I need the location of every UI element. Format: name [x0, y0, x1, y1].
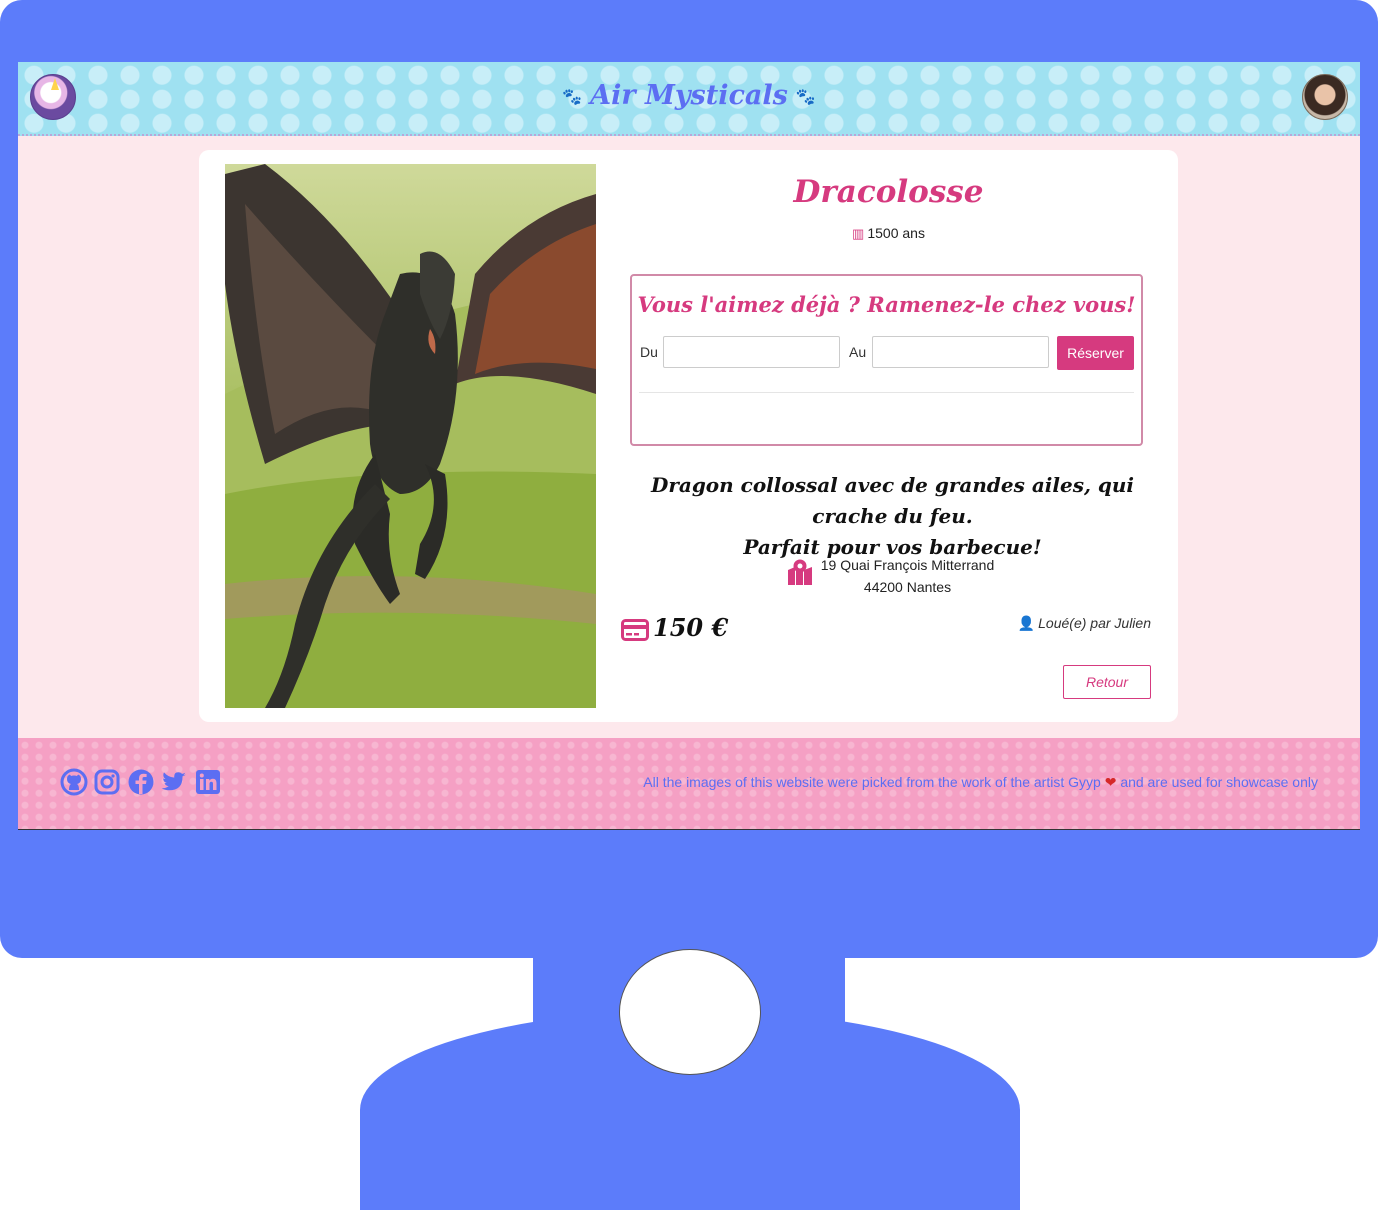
birthday-cake-icon: ▥ — [852, 226, 865, 241]
from-label: Du — [640, 344, 658, 360]
power-button — [619, 949, 761, 1075]
credit-card-icon — [621, 618, 649, 641]
to-date-input[interactable] — [872, 336, 1049, 368]
stand-shape — [845, 958, 1078, 1038]
brand-name: Air Mysticals — [590, 80, 788, 111]
credit-text: and are used for showcase only — [1120, 774, 1318, 790]
footer-credit: All the images of this website were pick… — [643, 774, 1318, 791]
github-icon[interactable] — [60, 768, 88, 796]
from-date-input[interactable] — [663, 336, 840, 368]
price-value: 150 € — [653, 613, 729, 642]
creature-address: 19 Quai François Mitterrand 44200 Nantes — [787, 554, 1007, 600]
social-links — [60, 768, 223, 798]
reserve-button[interactable]: Réserver — [1057, 336, 1134, 370]
user-avatar[interactable] — [1302, 74, 1348, 120]
credit-text: All the images of this website were pick… — [643, 774, 1101, 790]
dragon-image — [225, 164, 596, 708]
creature-price: 150 € — [621, 613, 728, 643]
paw-icon: 🐾 — [795, 87, 816, 106]
heart-icon: ❤ — [1104, 774, 1117, 790]
creature-card: Dracolosse ▥ 1500 ans Vous l'aimez déjà ?… — [199, 150, 1178, 722]
rented-by: 👤 Loué(e) par Julien — [1018, 615, 1151, 632]
twitter-icon[interactable] — [160, 768, 188, 796]
site-brand[interactable]: 🐾 Air Mysticals 🐾 — [18, 80, 1360, 111]
map-marker-icon — [788, 559, 812, 585]
rented-by-text: Loué(e) par Julien — [1038, 615, 1151, 631]
booking-form: Vous l'aimez déjà ? Ramenez-le chez vous… — [630, 274, 1143, 446]
creature-name: Dracolosse — [793, 174, 984, 210]
age-value: 1500 ans — [867, 225, 925, 241]
linkedin-icon[interactable] — [194, 768, 222, 796]
site-footer: All the images of this website were pick… — [18, 738, 1360, 829]
facebook-icon[interactable] — [127, 768, 155, 796]
creature-age: ▥ 1500 ans — [625, 225, 1152, 242]
back-button[interactable]: Retour — [1063, 665, 1151, 699]
address-line: 44200 Nantes — [863, 579, 952, 595]
booking-title: Vous l'aimez déjà ? Ramenez-le chez vous… — [637, 292, 1136, 317]
site-header: 🐾 Air Mysticals 🐾 — [18, 62, 1360, 136]
divider — [639, 392, 1134, 393]
dragon-illustration — [225, 164, 596, 708]
user-icon: 👤 — [1017, 615, 1036, 631]
to-label: Au — [849, 344, 867, 360]
address-line: 19 Quai François Mitterrand — [820, 557, 995, 573]
creature-description: Dragon collossal avec de grandes ailes, … — [615, 470, 1170, 563]
instagram-icon[interactable] — [93, 768, 121, 796]
stand-spacer — [300, 958, 533, 1038]
paw-icon: 🐾 — [562, 87, 583, 106]
description-line: Dragon collossal avec de grandes ailes, … — [650, 473, 1135, 528]
browser-screen: 🐾 Air Mysticals 🐾 Dracolosse ▥ 1500 ans … — [18, 62, 1360, 830]
